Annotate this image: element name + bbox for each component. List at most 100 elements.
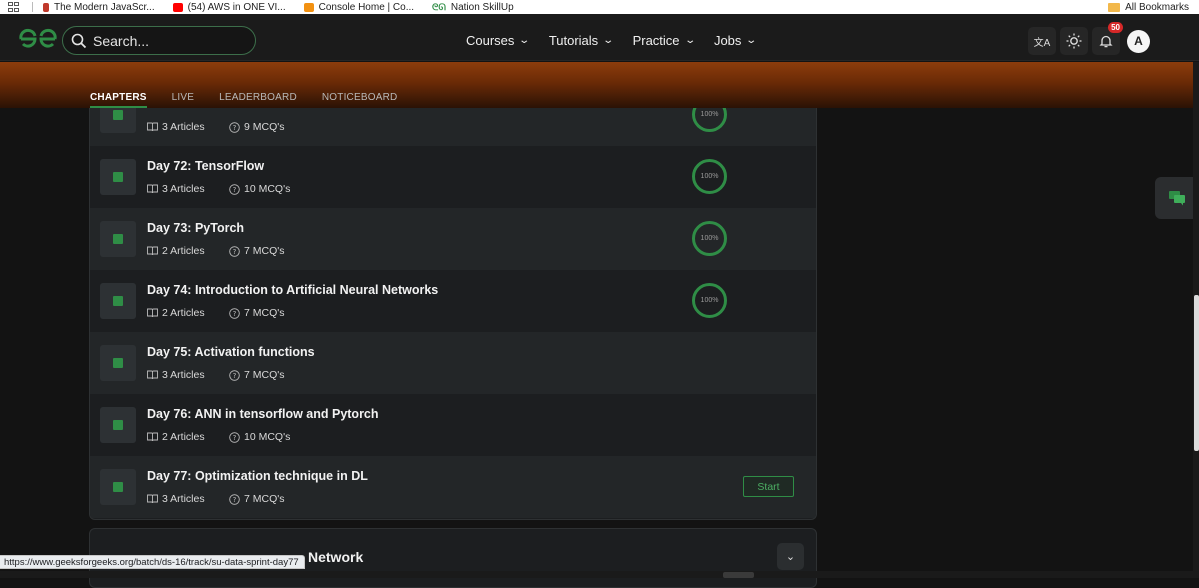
aws-favicon-icon <box>303 2 314 12</box>
chapter-title[interactable]: Day 76: ANN in tensorflow and Pytorch <box>147 407 379 421</box>
youtube-favicon-icon <box>172 2 183 12</box>
chapter-meta: 3 Articles ? 9 MCQ's <box>147 121 285 133</box>
avatar[interactable]: A <box>1127 29 1150 53</box>
scrollbar-thumb[interactable] <box>1194 295 1199 451</box>
translate-button[interactable]: 文A <box>1028 27 1056 55</box>
expand-section-button[interactable]: ⌄ <box>777 543 804 570</box>
chapter-meta: 3 Articles ? 7 MCQ's <box>147 369 285 381</box>
chapter-thumbnail <box>100 469 136 505</box>
question-circle-icon: ? <box>229 431 240 443</box>
menu-courses[interactable]: Courses ⌄ <box>466 33 531 48</box>
book-icon <box>147 432 158 442</box>
svg-text:?: ? <box>233 496 237 504</box>
chapter-row[interactable]: Day 74: Introduction to Artificial Neura… <box>90 270 816 332</box>
question-circle-icon: ? <box>229 121 240 133</box>
section-title-text: Network <box>308 549 364 565</box>
articles-label: 3 Articles <box>162 369 205 381</box>
chapter-row[interactable]: Day 73: PyTorch 2 Articles ? 7 MCQ's 100% <box>90 208 816 270</box>
chapter-thumbnail <box>100 108 136 133</box>
notifications-button[interactable]: 50 <box>1092 22 1123 55</box>
chapter-row[interactable]: Day 75: Activation functions 3 Articles … <box>90 332 816 394</box>
folder-icon <box>1108 2 1121 12</box>
horizontal-scrollbar[interactable] <box>0 571 1199 578</box>
start-button[interactable]: Start <box>743 476 794 497</box>
nav-tools: 文A 50 A <box>1028 22 1150 55</box>
chevron-down-icon: ⌄ <box>518 35 531 46</box>
js-favicon-icon <box>43 2 49 12</box>
articles-count: 3 Articles <box>147 493 229 505</box>
menu-label: Courses <box>466 33 515 48</box>
chapter-thumbnail <box>100 283 136 319</box>
bookmarks-bar: The Modern JavaScr... (54) AWS in ONE VI… <box>0 0 1199 14</box>
chapter-title[interactable]: Day 72: TensorFlow <box>147 159 264 173</box>
chapter-meta: 3 Articles ? 10 MCQ's <box>147 183 290 195</box>
mcq-label: 10 MCQ's <box>244 183 291 195</box>
scrollbar-thumb[interactable] <box>723 572 754 578</box>
chapter-meta: 2 Articles ? 7 MCQ's <box>147 245 285 257</box>
search-input[interactable] <box>93 32 243 49</box>
tab-leaderboard[interactable]: LEADERBOARD <box>219 92 297 108</box>
articles-label: 2 Articles <box>162 245 205 257</box>
chapter-row[interactable]: Day 72: TensorFlow 3 Articles ? 10 MCQ's … <box>90 146 816 208</box>
chapter-row[interactable]: Day 77: Optimization technique in DL 3 A… <box>90 456 816 518</box>
mcq-count: ? 7 MCQ's <box>229 307 285 319</box>
chapter-row[interactable]: Day 76: ANN in tensorflow and Pytorch 2 … <box>90 394 816 456</box>
gfg-favicon-icon: ᘓᘏ <box>432 1 446 12</box>
question-circle-icon: ? <box>229 183 240 195</box>
bookmark-label: Nation SkillUp <box>450 1 514 13</box>
book-icon <box>147 122 158 132</box>
gfg-thumb-icon <box>113 110 123 120</box>
articles-count: 2 Articles <box>147 431 229 443</box>
mcq-label: 7 MCQ's <box>244 245 285 257</box>
menu-label: Practice <box>632 33 680 48</box>
mcq-count: ? 7 MCQ's <box>229 369 285 381</box>
bookmark-item-1[interactable]: The Modern JavaScr... <box>43 2 155 13</box>
progress-ring: 100% <box>692 108 727 132</box>
main-menu: Courses ⌄ Tutorials ⌄ Practice ⌄ Jobs ⌄ <box>466 33 776 48</box>
articles-count: 2 Articles <box>147 245 229 257</box>
progress-ring: 100% <box>692 221 727 256</box>
mcq-label: 7 MCQ's <box>244 493 285 505</box>
status-url: https://www.geeksforgeeks.org/batch/ds-1… <box>0 555 305 569</box>
theme-toggle-button[interactable] <box>1060 27 1088 55</box>
menu-label: Tutorials <box>548 33 599 48</box>
bell-icon <box>1099 35 1113 48</box>
articles-count: 3 Articles <box>147 183 229 195</box>
gfg-logo-icon[interactable] <box>18 28 58 50</box>
progress-ring: 100% <box>692 283 727 318</box>
bookmark-label: Console Home | Co... <box>318 1 415 13</box>
articles-label: 3 Articles <box>162 493 205 505</box>
progress-ring: 100% <box>692 159 727 194</box>
bookmark-item-2[interactable]: (54) AWS in ONE VI... <box>172 2 286 13</box>
chapter-title[interactable]: Day 75: Activation functions <box>147 345 315 359</box>
svg-text:?: ? <box>233 186 237 194</box>
menu-jobs[interactable]: Jobs ⌄ <box>714 33 758 48</box>
menu-tutorials[interactable]: Tutorials ⌄ <box>548 33 615 48</box>
tab-live[interactable]: LIVE <box>172 92 194 108</box>
tab-noticeboard[interactable]: NOTICEBOARD <box>322 92 398 108</box>
chevron-down-icon: ⌄ <box>745 35 758 46</box>
svg-text:?: ? <box>233 372 237 380</box>
articles-count: 3 Articles <box>147 369 229 381</box>
question-circle-icon: ? <box>229 245 240 257</box>
mcq-count: ? 7 MCQ's <box>229 493 285 505</box>
question-circle-icon: ? <box>229 369 240 381</box>
chapter-row[interactable]: 3 Articles ? 9 MCQ's 100% <box>90 108 816 146</box>
bookmark-item-4[interactable]: ᘓᘏ Nation SkillUp <box>432 2 514 13</box>
search-box[interactable] <box>62 26 256 55</box>
chevron-down-icon: ⌄ <box>602 35 615 46</box>
chapter-title[interactable]: Day 74: Introduction to Artificial Neura… <box>147 283 438 297</box>
menu-practice[interactable]: Practice ⌄ <box>632 33 696 48</box>
bookmark-item-3[interactable]: Console Home | Co... <box>303 1 415 13</box>
all-bookmarks-button[interactable]: All Bookmarks <box>1108 2 1189 13</box>
svg-text:?: ? <box>233 248 237 256</box>
chapter-thumbnail <box>100 221 136 257</box>
mcq-label: 7 MCQ's <box>244 369 285 381</box>
all-bookmarks-label: All Bookmarks <box>1125 1 1189 13</box>
apps-grid-icon[interactable] <box>8 2 22 12</box>
tab-chapters[interactable]: CHAPTERS <box>90 92 147 108</box>
chapter-title[interactable]: Day 77: Optimization technique in DL <box>147 469 368 483</box>
gfg-thumb-icon <box>113 172 123 182</box>
vertical-scrollbar[interactable] <box>1193 62 1199 571</box>
chapter-title[interactable]: Day 73: PyTorch <box>147 221 244 235</box>
